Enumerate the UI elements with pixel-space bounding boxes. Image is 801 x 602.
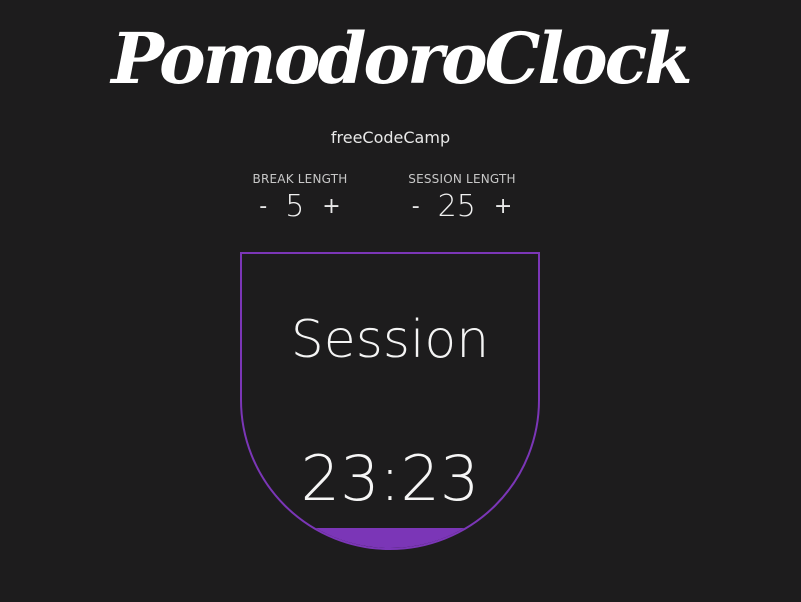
timer-time: 23:23: [300, 442, 480, 515]
break-increment-button[interactable]: +: [320, 192, 342, 222]
session-length-label: SESSION LENGTH: [408, 172, 516, 186]
timer-mode-label: Session: [290, 310, 490, 370]
break-length-value: 5: [285, 189, 305, 224]
pomodoro-page: PomodoroClock freeCodeCamp BREAK LENGTH …: [0, 0, 801, 602]
break-decrement-button[interactable]: -: [257, 192, 269, 222]
session-decrement-button[interactable]: -: [410, 192, 422, 222]
session-increment-button[interactable]: +: [492, 192, 514, 222]
subtitle: freeCodeCamp: [330, 128, 451, 147]
page-title: PomodoroClock: [111, 17, 693, 100]
timer-progress-fill: [242, 528, 538, 548]
break-length-row: - 5 +: [220, 192, 380, 222]
session-length-row: - 25 +: [382, 192, 542, 222]
session-length-value: 25: [437, 189, 476, 224]
break-length-control: BREAK LENGTH - 5 +: [220, 172, 380, 222]
break-length-label: BREAK LENGTH: [252, 172, 348, 186]
session-length-control: SESSION LENGTH - 25 +: [382, 172, 542, 222]
timer-display[interactable]: Session 23:23: [240, 252, 540, 550]
